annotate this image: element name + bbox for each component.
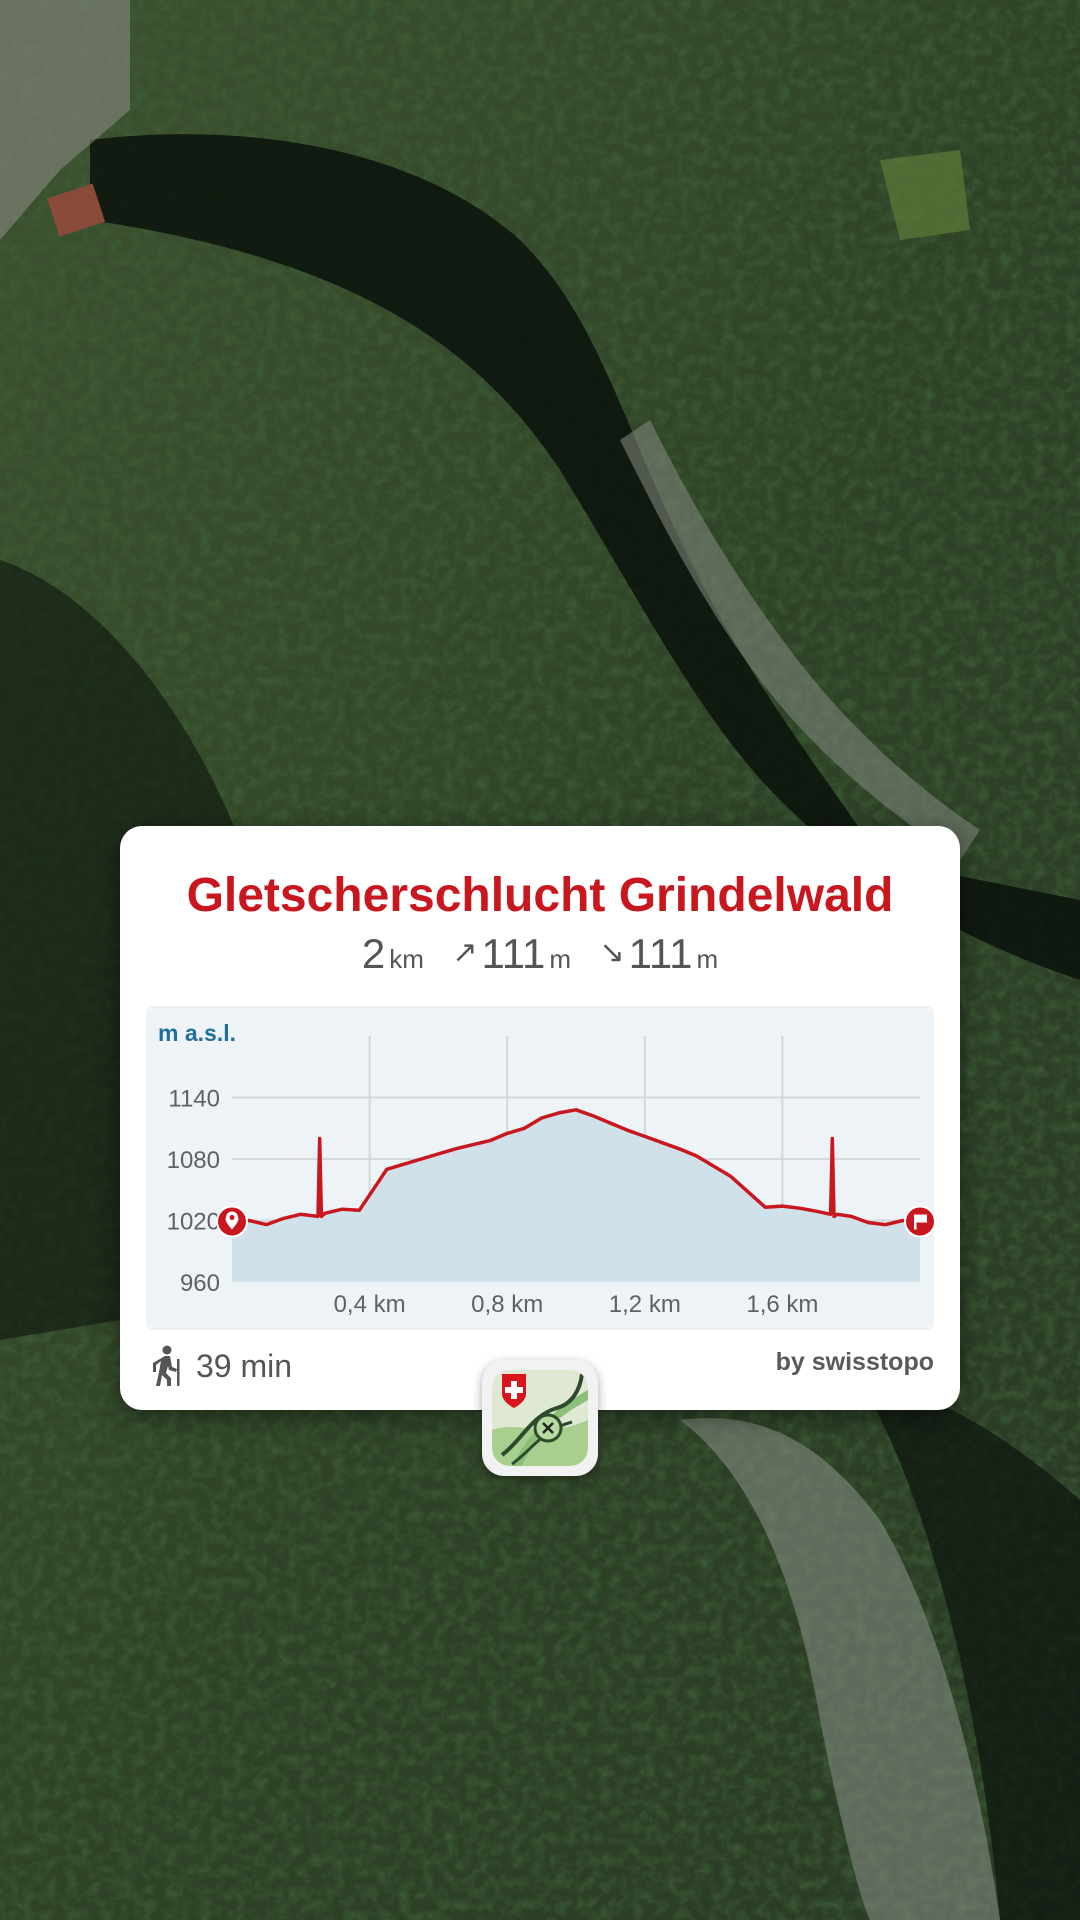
arrow-down-right-icon: ↘ — [599, 936, 625, 969]
profile-area — [232, 1109, 920, 1282]
swisstopo-app-icon[interactable] — [482, 1360, 598, 1476]
distance-stat: 2 km — [362, 930, 424, 978]
x-tick-label: 0,4 km — [334, 1291, 406, 1318]
credit-label: by swisstopo — [775, 1348, 934, 1376]
route-summary-card[interactable]: Gletscherschlucht Grindelwald 2 km ↗111 m … — [120, 826, 960, 1410]
ascent-unit: m — [549, 944, 572, 974]
y-tick-label: 1020 — [167, 1209, 220, 1236]
hiker-icon — [153, 1345, 180, 1386]
flag-icon — [916, 1214, 927, 1223]
ascent-value: 111 — [481, 930, 546, 977]
pin-dot — [229, 1215, 235, 1221]
route-stats: 2 km ↗111 m ↘111 m — [120, 930, 960, 978]
descent-stat: ↘111 m — [599, 930, 718, 978]
y-tick-label: 960 — [180, 1270, 220, 1297]
walking-time: 39 min — [150, 1344, 292, 1388]
y-tick-label: 1140 — [168, 1086, 220, 1113]
x-tick-label: 1,2 km — [609, 1291, 681, 1318]
app-icon-graphic — [492, 1370, 588, 1466]
distance-unit: km — [389, 944, 424, 974]
arrow-up-right-icon: ↗ — [452, 936, 478, 969]
y-tick-label: 1080 — [167, 1147, 220, 1174]
x-tick-label: 0,8 km — [471, 1291, 543, 1318]
elevation-profile-chart[interactable]: m a.s.l. 960 1020 1080 1140 0,4 km 0,8 km 1,2 … — [146, 1006, 934, 1330]
descent-unit: m — [696, 944, 719, 974]
ascent-stat: ↗111 m — [452, 930, 571, 978]
walking-time-label: 39 min — [196, 1347, 293, 1384]
route-title: Gletscherschlucht Grindelwald — [186, 869, 894, 922]
elevation-profile-svg: 960 1020 1080 1140 0,4 km 0,8 km 1,2 km 1,6 km — [167, 1036, 934, 1318]
descent-value: 111 — [628, 930, 693, 977]
x-tick-label: 1,6 km — [746, 1291, 818, 1318]
distance-value: 2 — [361, 930, 386, 977]
